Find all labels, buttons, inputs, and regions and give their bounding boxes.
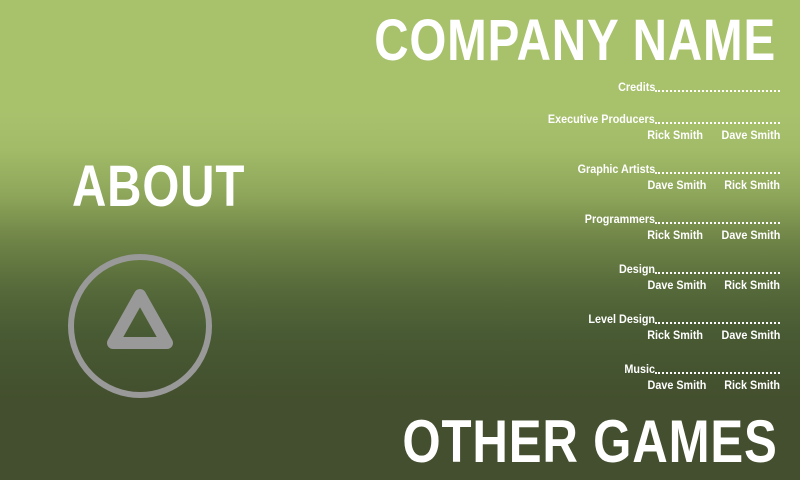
credit-group: Music Dave Smith Rick Smith — [500, 358, 780, 394]
credit-group: Executive Producers Rick Smith Dave Smit… — [500, 108, 780, 144]
credit-name: Rick Smith — [724, 278, 780, 292]
credit-name: Rick Smith — [646, 228, 703, 242]
credit-name: Rick Smith — [724, 378, 780, 392]
role-label: Design — [618, 262, 655, 276]
credit-group: Programmers Rick Smith Dave Smith — [500, 208, 780, 244]
credits-list: Credits Executive Producers Rick Smith D… — [500, 76, 780, 408]
other-games-button[interactable]: OTHER GAMES — [403, 410, 778, 474]
credit-name: Dave Smith — [721, 128, 780, 142]
dot-leader — [655, 220, 780, 224]
role-label: Graphic Artists — [577, 162, 655, 176]
role-label: Level Design — [588, 312, 655, 326]
credit-name: Dave Smith — [647, 278, 706, 292]
dot-leader — [655, 170, 780, 174]
credit-name: Dave Smith — [721, 228, 780, 242]
credit-name: Rick Smith — [646, 128, 703, 142]
credit-name: Rick Smith — [646, 328, 703, 342]
dot-leader — [655, 320, 780, 324]
credit-group: Design Dave Smith Rick Smith — [500, 258, 780, 294]
dot-leader — [655, 88, 780, 92]
role-label: Music — [624, 362, 655, 376]
credit-group: Level Design Rick Smith Dave Smith — [500, 308, 780, 344]
about-button[interactable]: ABOUT — [72, 156, 245, 218]
dot-leader — [655, 120, 780, 124]
credit-name: Dave Smith — [721, 328, 780, 342]
credit-group: Graphic Artists Dave Smith Rick Smith — [500, 158, 780, 194]
credits-title: Credits — [617, 80, 655, 94]
credit-name: Dave Smith — [647, 178, 706, 192]
role-label: Programmers — [584, 212, 655, 226]
dot-leader — [655, 370, 780, 374]
dot-leader — [655, 270, 780, 274]
back-button[interactable] — [67, 253, 213, 399]
triangle-back-icon — [68, 254, 212, 398]
role-label: Executive Producers — [548, 112, 655, 126]
credit-name: Rick Smith — [724, 178, 780, 192]
credits-header: Credits — [500, 76, 780, 94]
credit-name: Dave Smith — [647, 378, 706, 392]
company-name-title: COMPANY NAME — [374, 8, 776, 73]
